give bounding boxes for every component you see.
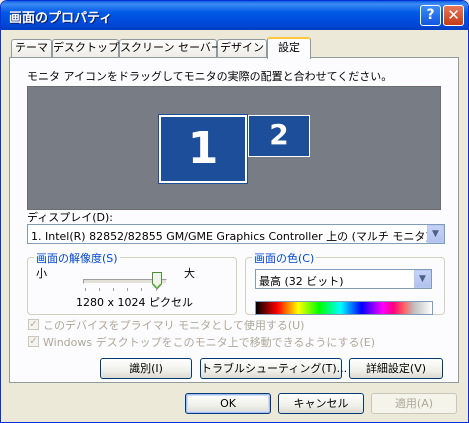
resolution-legend: 画面の解像度(S) [34,250,120,266]
tab-appearance[interactable]: デザイン [217,39,267,57]
cancel-button[interactable]: キャンセル [278,393,364,414]
color-quality-select[interactable]: 最高 (32 ビット) ▼ [255,269,432,289]
help-button[interactable]: ? [420,5,441,26]
title-bar[interactable]: 画面のプロパティ ? ✕ [1,1,468,30]
color-spectrum-bar [255,301,433,315]
identify-button[interactable]: 識別(I) [100,358,192,379]
monitor-1-icon[interactable]: 1 [158,114,248,184]
close-button[interactable]: ✕ [443,5,464,26]
display-label: ディスプレイ(D): [27,211,113,224]
settings-panel: モニタ アイコンをドラッグしてモニタの実際の配置と合わせてください。 1 2 デ… [9,57,459,383]
extend-desktop-label: Windows デスクトップをこのモニタ上で移動できるようにする(E) [43,336,376,349]
close-icon: ✕ [447,6,460,24]
primary-monitor-checkbox[interactable]: ✓ [28,319,39,330]
resolution-value: 1280 x 1024 ピクセル [76,296,193,309]
resolution-small-label: 小 [36,267,47,280]
ok-button[interactable]: OK [185,393,271,414]
extend-desktop-checkbox[interactable]: ✓ [28,336,39,347]
display-select-value: 1. Intel(R) 82852/82855 GM/GME Graphics … [31,230,430,243]
resolution-group: 画面の解像度(S) 小 大 1280 x 1024 ピクセル [27,250,237,315]
color-quality-group: 画面の色(C) 最高 (32 ビット) ▼ [245,250,445,315]
display-select[interactable]: 1. Intel(R) 82852/82855 GM/GME Graphics … [27,224,445,244]
advanced-button[interactable]: 詳細設定(V) [349,358,443,379]
color-quality-value: 最高 (32 ビット) [259,275,344,288]
monitor-2-icon[interactable]: 2 [248,115,310,157]
primary-monitor-label: このデバイスをプライマリ モニタとして使用する(U) [43,319,305,332]
troubleshoot-button[interactable]: トラブルシューティング(T)... [200,358,347,379]
chevron-down-icon[interactable]: ▼ [427,225,444,243]
tab-settings[interactable]: 設定 [267,37,311,59]
color-quality-legend: 画面の色(C) [252,250,317,266]
apply-button[interactable]: 適用(A) [371,393,457,414]
window-title: 画面のプロパティ [9,11,113,26]
tab-theme[interactable]: テーマ [11,39,52,57]
resolution-large-label: 大 [184,267,195,280]
chevron-down-icon[interactable]: ▼ [414,270,431,288]
monitor-arrangement-area[interactable]: 1 2 [27,86,441,210]
tab-desktop[interactable]: デスクトップ [52,39,119,57]
tab-screensaver[interactable]: スクリーン セーバー [119,39,222,57]
display-properties-window: 画面のプロパティ ? ✕ テーマ デスクトップ スクリーン セーバー デザイン … [0,0,469,423]
resolution-slider-ticks [85,288,167,292]
help-icon: ? [426,7,435,23]
instruction-text: モニタ アイコンをドラッグしてモニタの実際の配置と合わせてください。 [27,70,393,83]
